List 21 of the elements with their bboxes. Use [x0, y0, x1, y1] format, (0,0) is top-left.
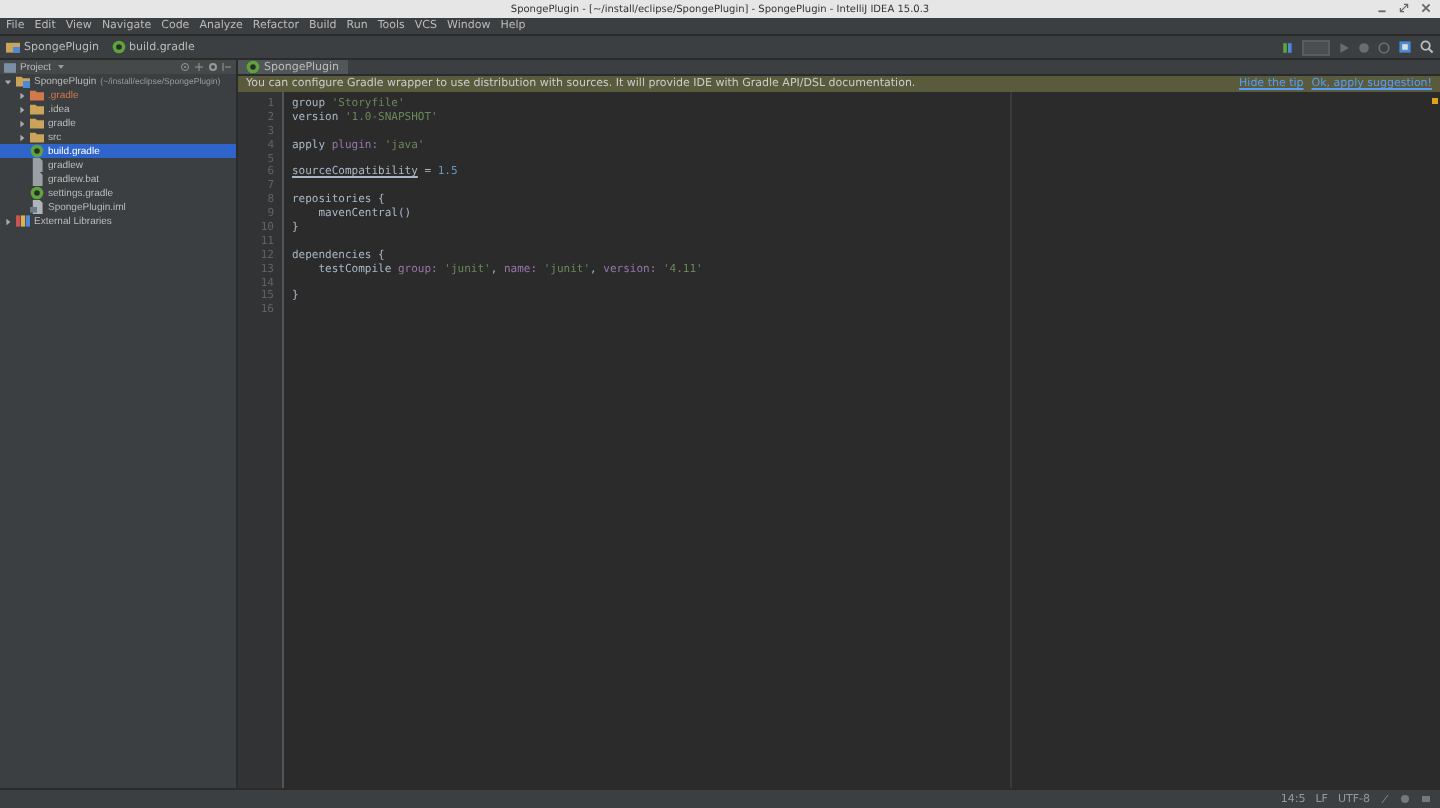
gradle-icon [30, 186, 44, 200]
collapsed-arrow-icon[interactable] [17, 91, 25, 99]
gradle-icon [111, 40, 126, 54]
close-icon [1420, 2, 1432, 14]
collapsed-arrow-icon[interactable] [17, 105, 25, 113]
expanded-arrow-icon[interactable] [3, 77, 11, 85]
search-icon [1420, 40, 1434, 54]
collapsed-arrow-icon[interactable] [17, 119, 25, 127]
gradle-icon [30, 144, 44, 158]
module-folder-icon [16, 74, 30, 88]
library-icon [16, 214, 30, 228]
collapsed-arrow-icon[interactable] [3, 217, 11, 225]
project-structure-icon [1398, 40, 1412, 54]
project-view-icon [4, 61, 16, 73]
maximize-icon [1398, 2, 1410, 14]
run-icon [1338, 41, 1350, 53]
module-file-icon [30, 200, 44, 214]
settings-icon [208, 62, 218, 72]
collapsed-arrow-icon[interactable] [17, 133, 25, 141]
project-icon [6, 40, 20, 54]
warning-marker[interactable] [1432, 98, 1438, 104]
